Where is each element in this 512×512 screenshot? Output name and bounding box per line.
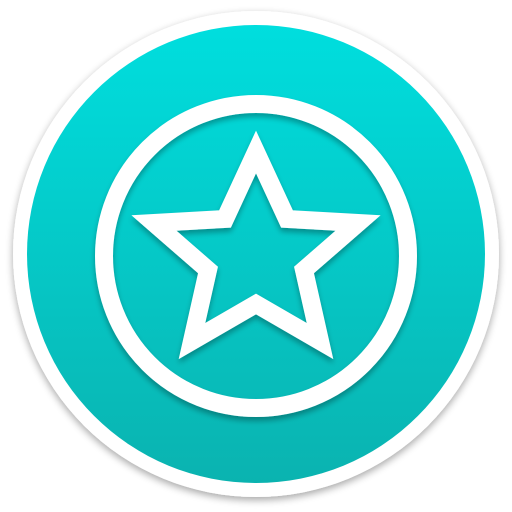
- star-badge-icon: [0, 0, 512, 512]
